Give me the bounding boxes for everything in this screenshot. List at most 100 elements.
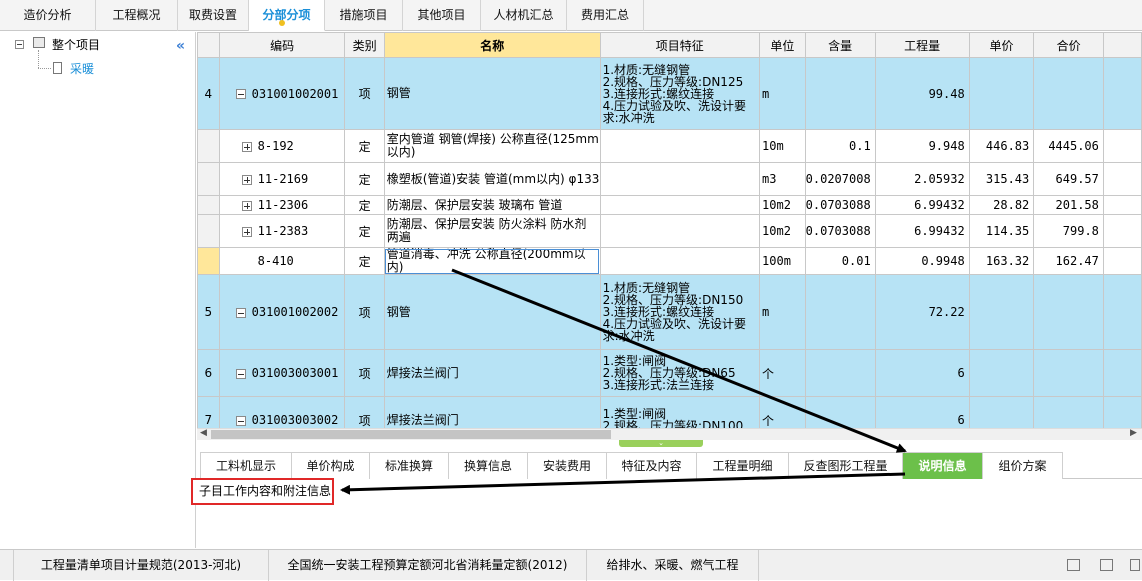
cell-code[interactable]: 8-192 [218,129,346,163]
cell-extra[interactable] [1102,274,1142,350]
cell-quantity[interactable]: 72.22 [874,274,970,350]
tab-labor-material[interactable]: 人材机汇总 [481,0,567,31]
cell-unit[interactable]: 100m [759,247,806,275]
status-quota-spec[interactable]: 全国统一安装工程预算定额河北省消耗量定额(2012) [269,549,587,581]
header-features[interactable]: 项目特征 [599,32,761,58]
cell-features[interactable]: 1.类型:闸阀 2.规格、压力等级:DN65 3.连接形式:法兰连接 [599,349,761,397]
cell-extra[interactable] [1102,57,1142,130]
cell-code[interactable]: 031003003002 [218,396,346,428]
tab-pricing-scheme[interactable]: 组价方案 [982,452,1063,479]
cell-unit[interactable]: 个 [759,349,806,397]
cell-unit-price[interactable]: 28.82 [968,195,1035,215]
tab-measures[interactable]: 措施项目 [325,0,403,31]
cell-features[interactable]: 1.类型:闸阀 2.规格、压力等级:DN100 [599,396,761,428]
expand-row-icon[interactable] [241,226,252,237]
cell-quantity[interactable]: 99.48 [874,57,970,130]
cell-name[interactable]: 防潮层、保护层安装 防火涂料 防水剂 两遍 [383,214,601,248]
tab-description-info[interactable]: 说明信息 [902,452,983,479]
tab-conversion-info[interactable]: 换算信息 [448,452,528,479]
tab-labor-material-display[interactable]: 工料机显示 [200,452,292,479]
cell-total[interactable] [1033,349,1104,397]
cell-name[interactable]: 焊接法兰阀门 [383,396,601,428]
table-row[interactable]: 5 031001002002 项钢管 1.材质:无缝钢管 2.规格、压力等级:DN15… [197,274,1142,350]
cell-name[interactable]: 室内管道 钢管(焊接) 公称直径(125mm以内) [383,129,601,163]
expand-row-icon[interactable] [241,200,252,211]
cell-quantity[interactable]: 6.99432 [874,214,970,248]
cell-total[interactable] [1033,396,1104,428]
tree-root-item[interactable]: 整个项目 [52,36,100,54]
tab-features-content[interactable]: 特征及内容 [606,452,697,479]
cell-quantity[interactable]: 6 [874,396,970,428]
cell-category[interactable]: 定 [344,129,385,163]
tab-reverse-graphic-quantity[interactable]: 反查图形工程量 [788,452,903,479]
cell-total[interactable] [1033,274,1104,350]
table-row[interactable]: 6 031003003001 项焊接法兰阀门 1.类型:闸阀 2.规格、压力等级:DN… [197,349,1142,397]
collapse-row-icon[interactable] [235,415,246,426]
cell-features[interactable] [599,195,761,215]
cell-category[interactable]: 项 [344,274,385,350]
list-view-icon[interactable] [1100,559,1113,571]
table-row[interactable]: 11-2306 定防潮层、保护层安装 玻璃布 管道 10m2 0.0703088 6.9… [197,195,1142,215]
cell-unit[interactable]: 个 [759,396,806,428]
double-chevron-left-icon[interactable]: « [176,38,185,54]
cell-total[interactable]: 162.47 [1033,247,1104,275]
collapse-row-icon[interactable] [235,307,246,318]
cell-content[interactable]: 0.0207008 [804,162,876,196]
collapse-row-icon[interactable] [235,368,246,379]
cell-features[interactable] [599,214,761,248]
cell-quantity[interactable]: 9.948 [874,129,970,163]
cell-total[interactable]: 201.58 [1033,195,1104,215]
cell-content[interactable]: 0.1 [804,129,876,163]
cell-unit-price[interactable] [968,57,1035,130]
header-total[interactable]: 合价 [1033,32,1104,58]
cell-code[interactable]: 11-2169 [218,162,346,196]
cell-content[interactable] [804,349,876,397]
cell-category[interactable]: 定 [344,162,385,196]
status-project-type[interactable]: 给排水、采暖、燃气工程 [587,549,759,581]
scroll-left-icon[interactable]: ◀ [200,428,207,438]
collapse-toggle-icon[interactable] [15,40,24,49]
header-category[interactable]: 类别 [344,32,385,58]
cell-total[interactable]: 4445.06 [1033,129,1104,163]
cell-extra[interactable] [1102,129,1142,163]
cell-total[interactable]: 649.57 [1033,162,1104,196]
cell-code[interactable]: 11-2306 [218,195,346,215]
table-row[interactable]: 8-410 定管道消毒、冲洗 公称直径(200mm以内) 100m 0.01 0.994… [197,247,1142,275]
cell-features[interactable]: 1.材质:无缝钢管 2.规格、压力等级:DN150 3.连接形式:螺纹连接 4.… [599,274,761,350]
cell-unit[interactable]: 10m2 [759,195,806,215]
cell-name[interactable]: 防潮层、保护层安装 玻璃布 管道 [383,195,601,215]
horizontal-scrollbar[interactable]: ◀ ▶ [197,428,1142,440]
collapse-row-icon[interactable] [235,89,246,99]
cell-content[interactable] [804,57,876,130]
header-content[interactable]: 含量 [804,32,876,58]
cell-category[interactable]: 项 [344,57,385,130]
cell-name[interactable]: 钢管 [383,274,601,350]
cell-category[interactable]: 项 [344,396,385,428]
cell-category[interactable]: 定 [344,214,385,248]
layout-icon[interactable] [1067,559,1080,571]
cell-name[interactable]: 管道消毒、冲洗 公称直径(200mm以内) [383,247,601,275]
tab-cost-analysis[interactable]: 造价分析 [0,0,96,31]
cell-extra[interactable] [1102,162,1142,196]
cell-unit[interactable]: 10m2 [759,214,806,248]
cell-category[interactable]: 定 [344,195,385,215]
cell-unit[interactable]: m3 [759,162,806,196]
scroll-right-icon[interactable]: ▶ [1130,428,1137,438]
cell-unit[interactable]: 10m [759,129,806,163]
cell-unit-price[interactable]: 315.43 [968,162,1035,196]
tab-quantity-detail[interactable]: 工程量明细 [696,452,789,479]
cell-code[interactable]: 031003003001 [218,349,346,397]
cell-unit-price[interactable]: 446.83 [968,129,1035,163]
cell-unit-price[interactable] [968,349,1035,397]
cell-category[interactable]: 定 [344,247,385,275]
cell-features[interactable]: 1.材质:无缝钢管 2.规格、压力等级:DN125 3.连接形式:螺纹连接 4.… [599,57,761,130]
tab-fee-summary[interactable]: 费用汇总 [567,0,644,31]
cell-code[interactable]: 8-410 [218,247,346,275]
cell-content[interactable] [804,274,876,350]
cell-quantity[interactable]: 6 [874,349,970,397]
cell-content[interactable]: 0.01 [804,247,876,275]
grid-view-icon[interactable] [1130,559,1140,571]
expand-row-icon[interactable] [241,174,252,185]
cell-extra[interactable] [1102,349,1142,397]
cell-name[interactable]: 钢管 [383,57,601,130]
